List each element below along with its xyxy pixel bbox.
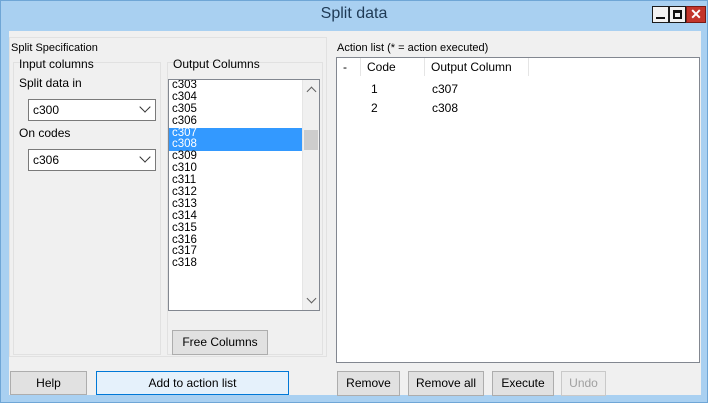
action-row-1-output: c307 — [432, 82, 459, 96]
column-header-output-column[interactable]: Output Column — [425, 58, 529, 76]
split-data-window: Split data ✕ Split Specification Input c… — [0, 0, 708, 403]
output-column-item[interactable]: c314 — [169, 210, 319, 223]
output-columns-scrollbar[interactable] — [302, 80, 319, 310]
action-row-2-code: 2 — [371, 101, 378, 115]
scroll-up-button[interactable] — [303, 81, 319, 98]
minimize-button[interactable] — [652, 6, 669, 23]
output-columns-title: Output Columns — [173, 57, 260, 71]
undo-button[interactable]: Undo — [561, 371, 606, 396]
split-data-in-value: c300 — [33, 103, 60, 117]
action-list-view[interactable]: - Code Output Column 1 c307 2 c308 — [336, 57, 700, 363]
free-columns-button[interactable]: Free Columns — [172, 330, 268, 355]
chevron-up-icon — [306, 86, 317, 97]
scroll-down-button[interactable] — [303, 292, 319, 309]
scroll-thumb[interactable] — [304, 130, 318, 150]
split-specification-title: Split Specification — [11, 42, 98, 54]
chevron-down-icon — [139, 101, 151, 113]
output-column-item[interactable]: c305 — [169, 103, 319, 116]
chevron-down-icon — [139, 151, 151, 163]
chevron-down-icon — [306, 293, 317, 304]
output-column-item[interactable]: c315 — [169, 222, 319, 235]
dialog-body: Split Specification Input columns Split … — [9, 31, 701, 396]
action-row-2-output: c308 — [432, 101, 459, 115]
on-codes-select[interactable]: c306 — [28, 149, 156, 171]
title-bar[interactable]: Split data ✕ — [1, 1, 707, 31]
maximize-button[interactable] — [669, 6, 686, 23]
on-codes-label: On codes — [19, 126, 71, 140]
action-list-title: Action list (* = action executed) — [337, 42, 489, 54]
output-column-item[interactable]: c306 — [169, 115, 319, 128]
split-data-in-label: Split data in — [19, 76, 82, 90]
window-title: Split data — [320, 5, 388, 22]
execute-button[interactable]: Execute — [492, 371, 554, 396]
output-column-item[interactable]: c318 — [169, 257, 319, 270]
column-header-marker[interactable]: - — [337, 58, 361, 76]
on-codes-value: c306 — [33, 153, 60, 167]
output-column-item[interactable]: c304 — [169, 91, 319, 104]
add-to-action-list-button[interactable]: Add to action list — [96, 371, 289, 395]
output-columns-items: c303 c304 c305 c306 c307 c308 c309 c310 c311 c312… — [169, 80, 319, 270]
output-column-item[interactable]: c313 — [169, 198, 319, 211]
close-button[interactable]: ✕ — [686, 6, 706, 23]
remove-button[interactable]: Remove — [337, 371, 400, 396]
input-columns-title: Input columns — [19, 57, 94, 71]
output-columns-listbox[interactable]: c303 c304 c305 c306 c307 c308 c309 c310 c311 c312… — [168, 79, 320, 311]
action-row-1-code: 1 — [371, 82, 378, 96]
remove-all-button[interactable]: Remove all — [408, 371, 484, 396]
column-header-code[interactable]: Code — [361, 58, 425, 76]
split-data-in-select[interactable]: c300 — [28, 99, 156, 121]
help-button[interactable]: Help — [10, 371, 87, 395]
